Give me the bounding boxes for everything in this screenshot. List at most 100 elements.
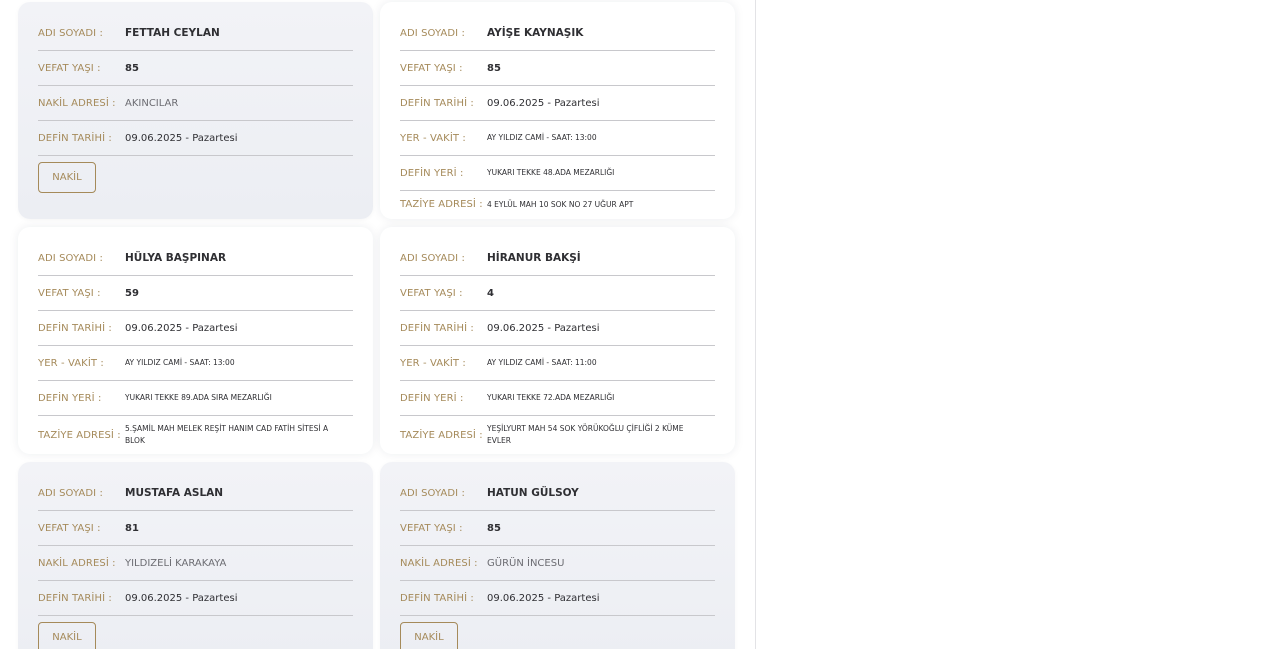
transfer-row: NAKİL ADRESİ : GÜRÜN İNCESU [400, 546, 715, 581]
condolence-row: TAZİYE ADRESİ : 5.ŞAMİL MAH MELEK REŞİT … [38, 416, 353, 454]
obituary-card: ADI SOYADI : HÜLYA BAŞPINAR VEFAT YAŞI :… [18, 227, 373, 454]
name-row: ADI SOYADI : MUSTAFA ASLAN [38, 476, 353, 511]
burial-place-label: DEFİN YERİ : [400, 392, 464, 404]
age-label: VEFAT YAŞI : [38, 287, 101, 299]
age-row: VEFAT YAŞI : 85 [400, 51, 715, 86]
burial-date-label: DEFİN TARİHİ : [400, 97, 474, 109]
condolence-label: TAZİYE ADRESİ : [400, 429, 483, 441]
obituary-card: ADI SOYADI : MUSTAFA ASLAN VEFAT YAŞI : … [18, 462, 373, 649]
deceased-name: FETTAH CEYLAN [125, 27, 220, 39]
age-row: VEFAT YAŞI : 85 [400, 511, 715, 546]
transfer-row: NAKİL ADRESİ : YILDIZELİ KARAKAYA [38, 546, 353, 581]
age-label: VEFAT YAŞI : [38, 62, 101, 74]
burial-date-label: DEFİN TARİHİ : [400, 322, 474, 334]
transfer-label: NAKİL ADRESİ : [38, 97, 116, 109]
age-row: VEFAT YAŞI : 81 [38, 511, 353, 546]
burial-date-label: DEFİN TARİHİ : [38, 132, 112, 144]
place-time-value: AY YILDIZ CAMİ - SAAT: 13:00 [125, 358, 235, 367]
name-row: ADI SOYADI : HÜLYA BAŞPINAR [38, 241, 353, 276]
deceased-name: HİRANUR BAKŞİ [487, 252, 581, 264]
condolence-row: TAZİYE ADRESİ : 4 EYLÜL MAH 10 SOK NO 27… [400, 191, 715, 218]
place-time-row: YER - VAKİT : AY YILDIZ CAMİ - SAAT: 13:… [38, 346, 353, 381]
burial-date-value: 09.06.2025 - Pazartesi [125, 322, 238, 334]
name-label: ADI SOYADI : [38, 487, 103, 499]
age-row: VEFAT YAŞI : 59 [38, 276, 353, 311]
age-value: 85 [125, 62, 139, 74]
nakil-button[interactable]: NAKİL [38, 622, 96, 649]
age-row: VEFAT YAŞI : 85 [38, 51, 353, 86]
burial-date-value: 09.06.2025 - Pazartesi [487, 322, 600, 334]
name-label: ADI SOYADI : [400, 252, 465, 264]
transfer-row: NAKİL ADRESİ : AKINCILAR [38, 86, 353, 121]
transfer-label: NAKİL ADRESİ : [38, 557, 116, 569]
obituary-list: ADI SOYADI : FETTAH CEYLAN VEFAT YAŞI : … [0, 0, 754, 649]
burial-date-row: DEFİN TARİHİ : 09.06.2025 - Pazartesi [400, 581, 715, 616]
name-label: ADI SOYADI : [400, 27, 465, 39]
condolence-value: 5.ŞAMİL MAH MELEK REŞİT HANIM CAD FATİH … [125, 424, 329, 445]
burial-date-value: 09.06.2025 - Pazartesi [487, 97, 600, 109]
burial-place-value: YUKARI TEKKE 72.ADA MEZARLIĞI [487, 393, 615, 402]
place-time-label: YER - VAKİT : [38, 357, 104, 369]
place-time-label: YER - VAKİT : [400, 357, 466, 369]
age-value: 85 [487, 62, 501, 74]
burial-date-label: DEFİN TARİHİ : [38, 322, 112, 334]
content-divider [755, 0, 756, 649]
age-label: VEFAT YAŞI : [400, 522, 463, 534]
name-row: ADI SOYADI : AYİŞE KAYNAŞIK [400, 16, 715, 51]
name-row: ADI SOYADI : HİRANUR BAKŞİ [400, 241, 715, 276]
transfer-value: GÜRÜN İNCESU [487, 557, 565, 569]
place-time-value: AY YILDIZ CAMİ - SAAT: 11:00 [487, 358, 597, 367]
place-time-row: YER - VAKİT : AY YILDIZ CAMİ - SAAT: 11:… [400, 346, 715, 381]
transfer-label: NAKİL ADRESİ : [400, 557, 478, 569]
name-row: ADI SOYADI : HATUN GÜLSOY [400, 476, 715, 511]
burial-place-label: DEFİN YERİ : [38, 392, 102, 404]
name-label: ADI SOYADI : [38, 27, 103, 39]
nakil-button[interactable]: NAKİL [38, 162, 96, 193]
condolence-value: YEŞİLYURT MAH 54 SOK YÖRÜKOĞLU ÇİFLİĞİ 2… [487, 424, 684, 445]
condolence-label: TAZİYE ADRESİ : [400, 199, 483, 210]
nakil-button[interactable]: NAKİL [400, 622, 458, 649]
age-value: 4 [487, 287, 494, 299]
age-label: VEFAT YAŞI : [400, 287, 463, 299]
condolence-label: TAZİYE ADRESİ : [38, 429, 121, 441]
transfer-value: YILDIZELİ KARAKAYA [125, 557, 227, 569]
age-value: 85 [487, 522, 501, 534]
age-label: VEFAT YAŞI : [400, 62, 463, 74]
condolence-value: 4 EYLÜL MAH 10 SOK NO 27 UĞUR APT [487, 199, 634, 209]
burial-date-row: DEFİN TARİHİ : 09.06.2025 - Pazartesi [400, 311, 715, 346]
deceased-name: HATUN GÜLSOY [487, 487, 579, 499]
burial-date-value: 09.06.2025 - Pazartesi [125, 592, 238, 604]
burial-date-row: DEFİN TARİHİ : 09.06.2025 - Pazartesi [400, 86, 715, 121]
place-time-label: YER - VAKİT : [400, 132, 466, 144]
obituary-card: ADI SOYADI : AYİŞE KAYNAŞIK VEFAT YAŞI :… [380, 2, 735, 219]
burial-date-label: DEFİN TARİHİ : [400, 592, 474, 604]
transfer-value: AKINCILAR [125, 97, 179, 109]
burial-place-value: YUKARI TEKKE 89.ADA SIRA MEZARLIĞI [125, 393, 272, 402]
burial-place-row: DEFİN YERİ : YUKARI TEKKE 72.ADA MEZARLI… [400, 381, 715, 416]
obituary-card: ADI SOYADI : HATUN GÜLSOY VEFAT YAŞI : 8… [380, 462, 735, 649]
burial-place-value: YUKARI TEKKE 48.ADA MEZARLIĞI [487, 168, 615, 177]
burial-place-row: DEFİN YERİ : YUKARI TEKKE 48.ADA MEZARLI… [400, 156, 715, 191]
place-time-row: YER - VAKİT : AY YILDIZ CAMİ - SAAT: 13:… [400, 121, 715, 156]
burial-date-label: DEFİN TARİHİ : [38, 592, 112, 604]
name-row: ADI SOYADI : FETTAH CEYLAN [38, 16, 353, 51]
burial-date-row: DEFİN TARİHİ : 09.06.2025 - Pazartesi [38, 311, 353, 346]
burial-place-row: DEFİN YERİ : YUKARI TEKKE 89.ADA SIRA ME… [38, 381, 353, 416]
obituary-card: ADI SOYADI : FETTAH CEYLAN VEFAT YAŞI : … [18, 2, 373, 219]
burial-date-row: DEFİN TARİHİ : 09.06.2025 - Pazartesi [38, 121, 353, 156]
name-label: ADI SOYADI : [38, 252, 103, 264]
page-viewport: ADI SOYADI : FETTAH CEYLAN VEFAT YAŞI : … [0, 0, 1280, 649]
name-label: ADI SOYADI : [400, 487, 465, 499]
age-value: 59 [125, 287, 139, 299]
condolence-row: TAZİYE ADRESİ : YEŞİLYURT MAH 54 SOK YÖR… [400, 416, 715, 454]
burial-date-row: DEFİN TARİHİ : 09.06.2025 - Pazartesi [38, 581, 353, 616]
age-label: VEFAT YAŞI : [38, 522, 101, 534]
deceased-name: MUSTAFA ASLAN [125, 487, 224, 499]
burial-date-value: 09.06.2025 - Pazartesi [487, 592, 600, 604]
age-value: 81 [125, 522, 139, 534]
deceased-name: HÜLYA BAŞPINAR [125, 252, 227, 264]
burial-place-label: DEFİN YERİ : [400, 167, 464, 179]
age-row: VEFAT YAŞI : 4 [400, 276, 715, 311]
burial-date-value: 09.06.2025 - Pazartesi [125, 132, 238, 144]
obituary-card: ADI SOYADI : HİRANUR BAKŞİ VEFAT YAŞI : … [380, 227, 735, 454]
